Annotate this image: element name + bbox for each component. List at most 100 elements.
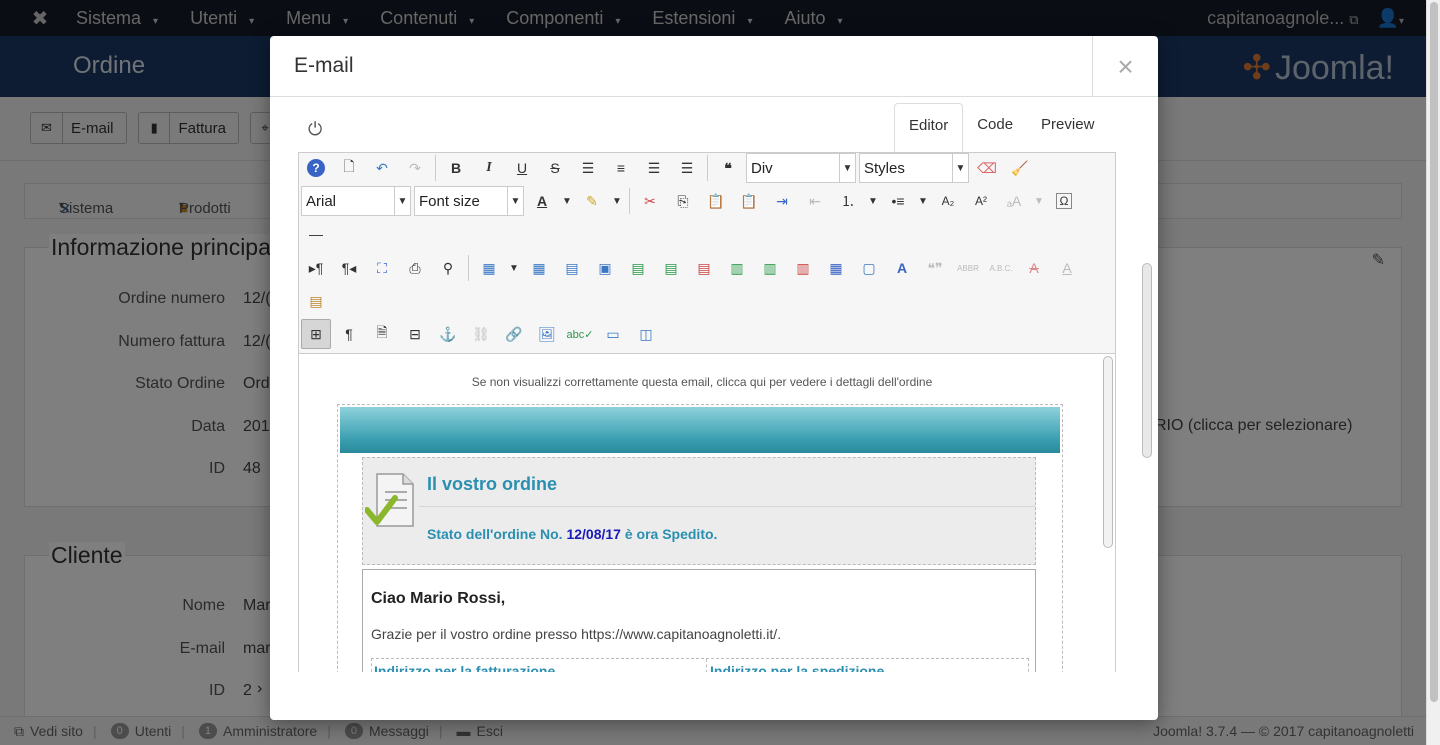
paste-icon[interactable]: 📋	[701, 186, 731, 216]
page-scrollbar-thumb[interactable]	[1430, 2, 1438, 702]
highlight-color-icon[interactable]: ✎	[577, 186, 607, 216]
highlight-color-dropdown[interactable]: ▼	[610, 186, 624, 216]
delete-col-icon[interactable]: ▥	[788, 253, 818, 283]
insert-col-after-icon[interactable]: ▥	[755, 253, 785, 283]
align-justify-icon[interactable]: ☰	[573, 153, 603, 183]
text-direction-icon[interactable]: ₐA	[999, 186, 1029, 216]
address-table: Indirizzo per la fatturazione Indirizzo …	[371, 658, 1029, 672]
insert-row-after-icon[interactable]: ▤	[656, 253, 686, 283]
anchor-icon[interactable]: ⚓	[433, 319, 463, 349]
text-color-icon[interactable]: A	[527, 186, 557, 216]
insert-row-before-icon[interactable]: ▤	[623, 253, 653, 283]
help-icon[interactable]: ?	[301, 153, 331, 183]
modal-scrollbar[interactable]	[1142, 97, 1152, 672]
row-props-icon[interactable]: ▤	[557, 253, 587, 283]
fullscreen-icon[interactable]: ⛶	[367, 253, 397, 283]
styles-select[interactable]: Styles ▼	[859, 153, 969, 183]
toolbar-row-1: ? 🗋 ↶ ↷ B I U S ☰ ≡ ☰ ☰ ❝ Div ▼ Styles ▼ ⌫…	[301, 153, 1035, 183]
redo-icon[interactable]: ↷	[400, 153, 430, 183]
show-blocks-icon[interactable]: ¶	[334, 319, 364, 349]
align-left-icon[interactable]: ☰	[639, 153, 669, 183]
page-scrollbar[interactable]	[1426, 0, 1440, 745]
table-icon[interactable]: ▦	[474, 253, 504, 283]
search-replace-icon[interactable]: ⚲	[433, 253, 463, 283]
attributes-icon[interactable]: ▤	[301, 286, 331, 316]
template-icon[interactable]: 🗎	[367, 319, 397, 349]
delete-table-icon[interactable]: ▦	[524, 253, 554, 283]
print-icon[interactable]: ⎙	[400, 253, 430, 283]
format-select[interactable]: Div ▼	[746, 153, 856, 183]
toolbar-row-6: ⊞ ¶ 🗎 ⊟ ⚓ ⛓ 🔗 🖼 abc✓ ▭ ◫	[301, 319, 661, 349]
modal-close-button[interactable]: ×	[1092, 36, 1158, 97]
merge-cells-icon[interactable]: ▢	[854, 253, 884, 283]
table-dropdown[interactable]: ▼	[507, 253, 521, 283]
bullet-list-icon[interactable]: •≡	[883, 186, 913, 216]
styles-icon[interactable]: A	[887, 253, 917, 283]
numbered-list-icon[interactable]: ⒈	[833, 186, 863, 216]
greeting: Ciao Mario Rossi,	[371, 590, 506, 607]
split-cells-icon[interactable]: ▦	[821, 253, 851, 283]
toolbar-row-5: ▤	[301, 286, 331, 316]
order-heading: Il vostro ordine	[427, 474, 558, 494]
copy-icon[interactable]: ⎘	[668, 186, 698, 216]
modal-scrollbar-thumb[interactable]	[1142, 263, 1152, 458]
outdent-icon[interactable]: ⇤	[800, 186, 830, 216]
editor-document[interactable]: Se non visualizzi correttamente questa e…	[299, 353, 1115, 672]
align-right-icon[interactable]: ☰	[672, 153, 702, 183]
cut-icon[interactable]: ✂	[635, 186, 665, 216]
italic-icon[interactable]: I	[474, 153, 504, 183]
rtl-icon[interactable]: ¶◂	[334, 253, 364, 283]
bullet-list-dropdown[interactable]: ▼	[916, 186, 930, 216]
page-break-icon[interactable]: ⊟	[400, 319, 430, 349]
text-direction-dropdown[interactable]: ▼	[1032, 186, 1046, 216]
readmore-icon[interactable]: ◫	[631, 319, 661, 349]
abbr-icon[interactable]: ABBR	[953, 253, 983, 283]
paste-text-icon[interactable]: 📋	[734, 186, 764, 216]
ltr-icon[interactable]: ▸¶	[301, 253, 331, 283]
font-family-select[interactable]: Arial ▼	[301, 186, 411, 216]
tab-editor[interactable]: Editor	[894, 103, 964, 153]
tab-code[interactable]: Code	[963, 103, 1027, 153]
delete-row-icon[interactable]: ▤	[689, 253, 719, 283]
blockquote-icon[interactable]: ❝	[713, 153, 743, 183]
power-toggle-icon[interactable]: ⏻	[308, 119, 322, 140]
superscript-icon[interactable]: A²	[966, 186, 996, 216]
cite-icon[interactable]: ❝❞	[920, 253, 950, 283]
tab-preview[interactable]: Preview	[1027, 103, 1108, 153]
unlink-icon[interactable]: ⛓	[466, 319, 496, 349]
toolbar-row-2: Arial ▼ Font size ▼ A ▼ ✎ ▼ ✂ ⎘ 📋 📋 ⇥ ⇤ ⒈ …	[301, 186, 1079, 216]
underline-icon[interactable]: U	[507, 153, 537, 183]
layer-icon[interactable]: ▭	[598, 319, 628, 349]
font-size-select[interactable]: Font size ▼	[414, 186, 524, 216]
text-color-dropdown[interactable]: ▼	[560, 186, 574, 216]
new-document-icon[interactable]: 🗋	[334, 153, 364, 183]
insertion-icon[interactable]: A	[1052, 253, 1082, 283]
link-icon[interactable]: 🔗	[499, 319, 529, 349]
undo-icon[interactable]: ↶	[367, 153, 397, 183]
special-char-icon[interactable]: Ω	[1049, 186, 1079, 216]
modal-header: E-mail ×	[270, 36, 1158, 97]
cleanup-broom-icon[interactable]: 🧹	[1005, 153, 1035, 183]
cell-props-icon[interactable]: ▣	[590, 253, 620, 283]
bold-icon[interactable]: B	[441, 153, 471, 183]
email-body-box: Ciao Mario Rossi, Grazie per il vostro o…	[362, 569, 1036, 672]
editor-tabs: Editor Code Preview	[894, 103, 1108, 153]
spellcheck-icon[interactable]: abc✓	[565, 319, 595, 349]
strikethrough-icon[interactable]: S	[540, 153, 570, 183]
visual-aid-icon[interactable]: ⊞	[301, 319, 331, 349]
eraser-icon[interactable]: ⌫	[972, 153, 1002, 183]
align-center-icon[interactable]: ≡	[606, 153, 636, 183]
modal-title: E-mail	[294, 54, 354, 77]
deletion-icon[interactable]: A	[1019, 253, 1049, 283]
acronym-icon[interactable]: A.B.C.	[986, 253, 1016, 283]
view-online-note[interactable]: Se non visualizzi correttamente questa e…	[299, 375, 1105, 389]
modal-body: ⏻ Editor Code Preview ? 🗋 ↶ ↷ B I U S ☰ …	[270, 97, 1158, 672]
horizontal-rule-icon[interactable]: —	[301, 219, 331, 249]
insert-col-before-icon[interactable]: ▥	[722, 253, 752, 283]
image-icon[interactable]: 🖼	[532, 319, 562, 349]
indent-icon[interactable]: ⇥	[767, 186, 797, 216]
subscript-icon[interactable]: A₂	[933, 186, 963, 216]
billing-address-header: Indirizzo per la fatturazione	[374, 663, 556, 672]
numbered-list-dropdown[interactable]: ▼	[866, 186, 880, 216]
editor-scrollbar[interactable]	[1103, 356, 1113, 548]
